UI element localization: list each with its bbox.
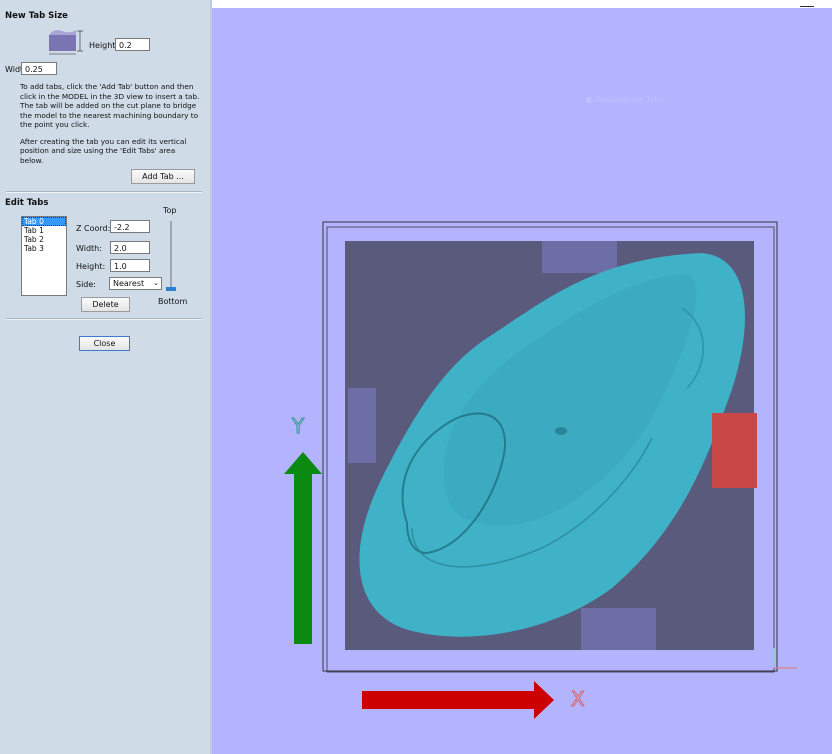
z-slider-thumb[interactable]	[166, 287, 176, 291]
tab-list-item[interactable]: Tab 3	[22, 244, 66, 253]
tab-selected[interactable]	[712, 413, 757, 488]
delete-button[interactable]: Delete	[81, 297, 130, 312]
model-eye	[555, 427, 567, 435]
tab-top[interactable]	[542, 241, 617, 273]
new-width-input[interactable]: 0.25	[21, 62, 57, 75]
edit-width-input[interactable]: 2.0	[110, 241, 150, 254]
chevron-down-icon: ⌄	[153, 279, 159, 287]
help-text-edit: After creating the tab you can edit its …	[20, 136, 187, 165]
tab-list-item[interactable]: Tab 1	[22, 226, 66, 235]
tab-list-item[interactable]: Tab 0	[22, 217, 66, 226]
side-select[interactable]: Nearest ⌄	[109, 277, 162, 290]
separator	[6, 318, 202, 320]
tab-left[interactable]	[348, 388, 376, 463]
y-axis-label: Y	[291, 414, 305, 438]
new-height-input[interactable]: 0.2	[115, 38, 150, 51]
help-text-add: To add tabs, click the 'Add Tab' button …	[20, 82, 200, 129]
side-label: Side:	[76, 280, 96, 289]
new-height-label: Height:	[89, 41, 119, 50]
x-axis-arrow	[362, 681, 554, 719]
add-tab-button[interactable]: Add Tab ...	[131, 169, 195, 184]
close-button[interactable]: Close	[79, 336, 130, 351]
3d-viewport[interactable]: Y X ▣ Rectangular Tabs	[212, 8, 832, 754]
window-minimize-mark	[800, 6, 814, 7]
edit-width-label: Width:	[76, 244, 102, 253]
slider-bottom-label: Bottom	[158, 297, 188, 306]
slider-top-label: Top	[163, 206, 177, 215]
separator	[6, 191, 202, 193]
tab-preview-icon	[49, 30, 83, 55]
help-text: To add tabs, click the 'Add Tab' button …	[20, 82, 200, 172]
watermark-text: Rectangular Tabs	[595, 95, 664, 104]
x-axis-label: X	[571, 687, 585, 711]
edit-tabs-title: Edit Tabs	[5, 198, 49, 208]
edit-height-input[interactable]: 1.0	[110, 259, 150, 272]
side-select-value: Nearest	[113, 279, 145, 288]
z-slider-track[interactable]	[170, 221, 172, 291]
y-axis-arrow	[284, 452, 322, 644]
zcoord-input[interactable]: -2.2	[110, 220, 150, 233]
3d-scene[interactable]: Y X	[212, 8, 832, 754]
tab-bottom[interactable]	[581, 608, 656, 650]
tab-list-item[interactable]: Tab 2	[22, 235, 66, 244]
edit-height-label: Height:	[76, 262, 106, 271]
tabs-panel: New Tab Size Height: 0.2 Width: 0.25 To …	[0, 0, 212, 754]
zcoord-label: Z Coord:	[76, 224, 111, 233]
tab-list[interactable]: Tab 0 Tab 1 Tab 2 Tab 3	[21, 216, 67, 296]
new-tab-size-title: New Tab Size	[5, 11, 68, 21]
watermark-label: ▣ Rectangular Tabs	[585, 95, 664, 104]
